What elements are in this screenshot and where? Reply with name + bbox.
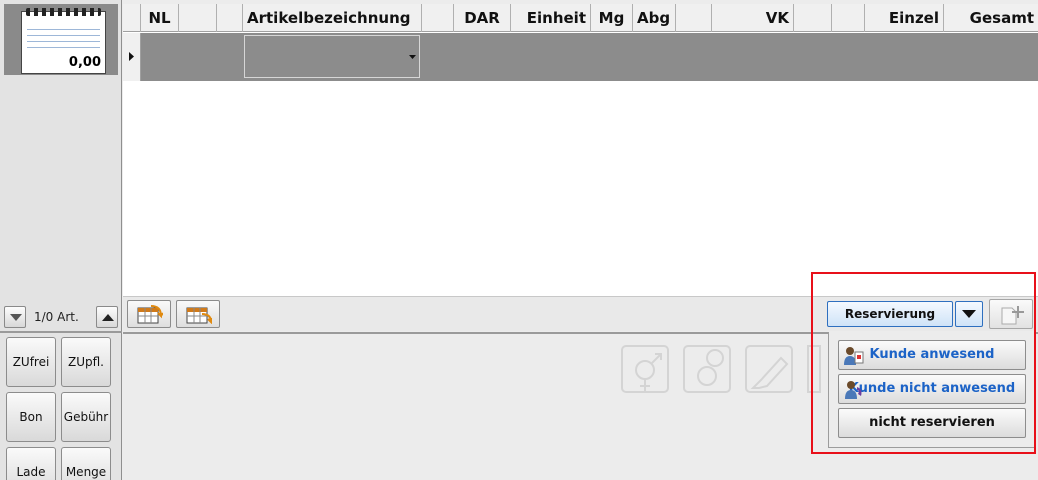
- customer-absent-phone-icon: [845, 381, 862, 399]
- key-zufrei[interactable]: ZUfrei: [6, 337, 56, 387]
- customer-absent-label: Kunde nicht anwesend: [848, 381, 1016, 396]
- row-indicator: [123, 33, 141, 81]
- key-lade[interactable]: Lade: [6, 447, 56, 480]
- next-article-button[interactable]: [96, 306, 118, 328]
- key-bon[interactable]: Bon: [6, 392, 56, 442]
- column-header-blank-5[interactable]: [794, 4, 832, 32]
- spiral-binding: [26, 8, 101, 16]
- add-document-icon: [1001, 306, 1024, 325]
- current-row-arrow-icon: [129, 52, 134, 61]
- previous-article-button[interactable]: [4, 306, 26, 328]
- do-not-reserve-button[interactable]: nicht reservieren: [838, 408, 1026, 438]
- table-import-icon: [137, 305, 163, 324]
- table-row[interactable]: [123, 33, 1038, 81]
- column-header-dar[interactable]: DAR: [454, 4, 511, 32]
- column-header-blank-6[interactable]: [832, 4, 865, 32]
- table-export-icon: [186, 307, 212, 324]
- triangle-down-icon: [962, 310, 976, 318]
- reservation-dropdown-button[interactable]: [955, 301, 983, 327]
- customer-present-button[interactable]: Kunde anwesend: [838, 340, 1026, 370]
- ruled-lines: [27, 24, 100, 48]
- column-header-einzel[interactable]: Einzel: [865, 4, 944, 32]
- customer-present-icon: [844, 347, 864, 365]
- triangle-up-icon: [102, 314, 114, 321]
- article-grid: NL Artikelbezeichnung DAR Einheit Mg Abg…: [123, 4, 1038, 296]
- key-menge[interactable]: Menge: [61, 447, 111, 480]
- column-header-vk[interactable]: VK: [712, 4, 794, 32]
- receipt-amount: 0,00: [68, 55, 101, 70]
- grid-toolbar: Reservierung: [123, 296, 1038, 331]
- article-count: 1/0 Art.: [34, 310, 79, 324]
- key-gebuehr[interactable]: Gebühr: [61, 392, 111, 442]
- column-header-gesamt[interactable]: Gesamt: [944, 4, 1038, 32]
- import-table-button[interactable]: [127, 300, 171, 328]
- triangle-down-icon: [10, 314, 22, 321]
- notepad-icon: 0,00: [21, 8, 106, 74]
- receipt-total-box[interactable]: 0,00: [4, 4, 118, 75]
- column-header-blank-2[interactable]: [217, 4, 243, 32]
- grid-header: NL Artikelbezeichnung DAR Einheit Mg Abg…: [123, 4, 1038, 32]
- column-header-blank-3[interactable]: [422, 4, 454, 32]
- reservation-menu: Kunde anwesend Kunde nicht anwesend nich…: [828, 332, 1036, 448]
- customer-present-label: Kunde anwesend: [869, 347, 995, 362]
- customer-absent-button[interactable]: Kunde nicht anwesend: [838, 374, 1026, 404]
- header-row-indicator: [123, 4, 141, 32]
- reservation-button[interactable]: Reservierung: [827, 301, 953, 327]
- column-header-nl[interactable]: NL: [141, 4, 179, 32]
- article-navigation: 1/0 Art.: [4, 306, 120, 328]
- app-window: 0,00 1/0 Art. ZUfrei ZUpfl. Bon Gebühr L…: [0, 0, 1038, 480]
- column-header-blank-4[interactable]: [676, 4, 712, 32]
- faded-category-icons: [621, 345, 821, 393]
- column-header-abg[interactable]: Abg: [633, 4, 676, 32]
- article-combobox[interactable]: [244, 35, 420, 78]
- column-header-mg[interactable]: Mg: [591, 4, 633, 32]
- divider: [0, 331, 122, 333]
- column-header-einheit[interactable]: Einheit: [511, 4, 591, 32]
- key-zupfl[interactable]: ZUpfl.: [61, 337, 111, 387]
- left-panel: 0,00 1/0 Art. ZUfrei ZUpfl. Bon Gebühr L…: [0, 0, 122, 480]
- add-document-button[interactable]: [989, 299, 1033, 329]
- export-table-button[interactable]: [176, 300, 220, 328]
- column-header-artikelbezeichnung[interactable]: Artikelbezeichnung: [243, 4, 422, 32]
- column-header-blank-1[interactable]: [179, 4, 217, 32]
